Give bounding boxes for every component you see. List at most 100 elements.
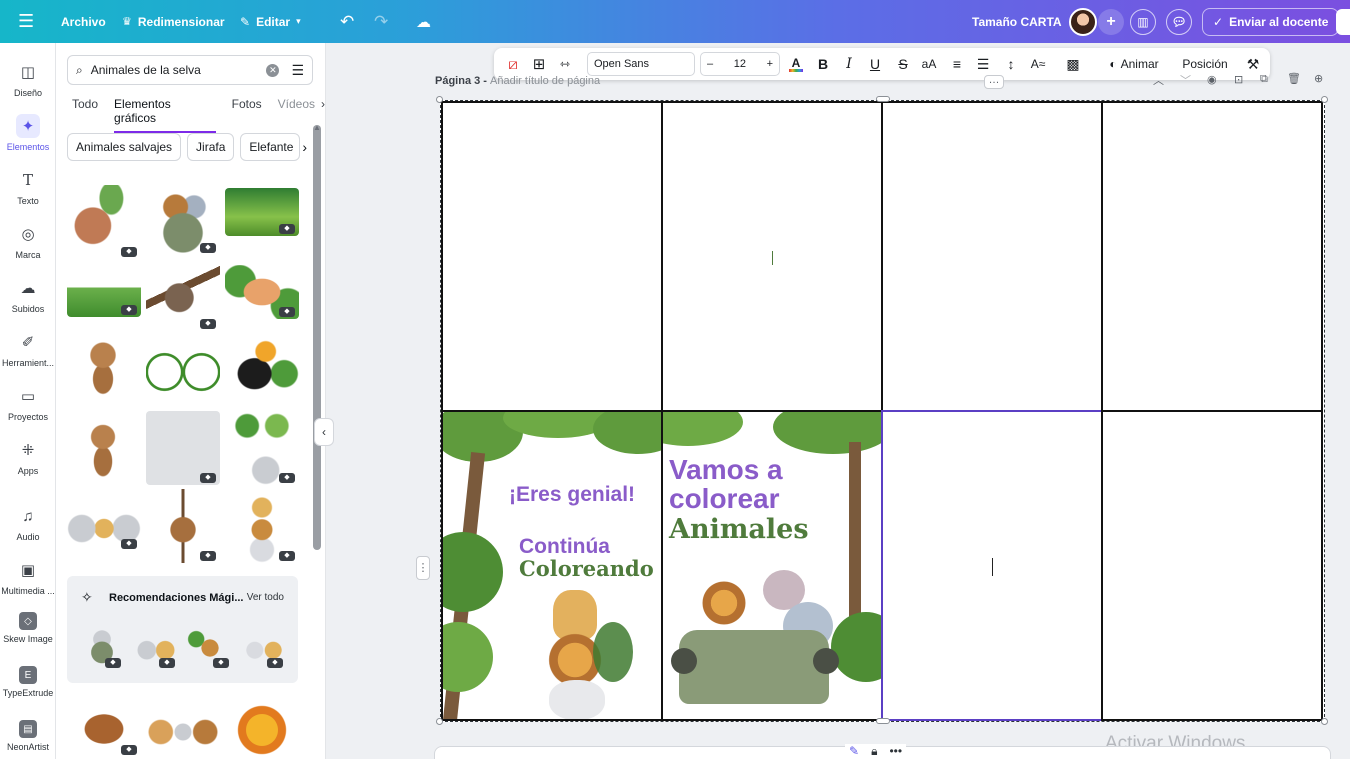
rail-item-text[interactable]: T Texto (0, 168, 56, 206)
see-all-link[interactable]: Ver todo (247, 592, 284, 603)
hide-page-icon[interactable]: ◉ (1207, 73, 1217, 86)
coloring-text[interactable]: Coloreando (519, 558, 654, 580)
collapse-panel-button[interactable]: ‹ (314, 418, 334, 446)
thumb-monkey-vine[interactable]: ◆ (67, 185, 141, 259)
thumb-jungle-bg[interactable]: ◆ (225, 188, 299, 236)
italic-button[interactable]: I (838, 48, 860, 80)
tab-graphics[interactable]: Elementos gráficos (114, 97, 216, 133)
resize-handle-top[interactable] (876, 96, 890, 102)
resize-handle-bottom[interactable] (876, 718, 890, 724)
continue-text[interactable]: Continúa (519, 536, 610, 558)
lock-icon[interactable]: 🔒︎ (871, 744, 877, 759)
rail-item-design[interactable]: ◫ Diseño (0, 60, 56, 98)
table-cell[interactable] (1101, 410, 1323, 721)
cover-line-1[interactable]: Vamos a (669, 455, 783, 485)
lock-page-icon[interactable]: ⊡ (1234, 73, 1243, 86)
chevron-right-icon[interactable]: › (302, 139, 307, 155)
thumb-animal-line[interactable] (146, 707, 220, 757)
transparency-button[interactable]: ▩ (1062, 48, 1084, 80)
insights-button[interactable]: ▥ (1130, 0, 1156, 43)
resize-button[interactable]: ♛ Redimensionar (122, 0, 225, 43)
font-size-stepper[interactable]: – 12 + (700, 52, 780, 76)
scroll-up-icon[interactable]: ▲ (313, 123, 321, 132)
reco-thumb-1[interactable]: ◆ (79, 626, 125, 670)
rail-item-skew[interactable]: ◇ Skew Image (0, 612, 56, 644)
text-color-button[interactable]: A (784, 48, 808, 80)
reco-thumb-3[interactable]: ◆ (187, 626, 233, 670)
thumb-monkey-rope[interactable] (72, 411, 134, 485)
thumb-leopard[interactable]: ◆ (67, 701, 141, 757)
share-button-partial[interactable] (1336, 0, 1350, 43)
chevron-right-icon[interactable]: › (321, 97, 325, 133)
side-handle[interactable]: ⋮ (416, 556, 430, 580)
resize-handle-corner[interactable] (1321, 96, 1328, 103)
page-title[interactable]: Página 3 - Añadir título de página (435, 75, 600, 87)
chip-giraffe[interactable]: Jirafa (187, 133, 235, 161)
rail-item-audio[interactable]: ♫ Audio (0, 504, 56, 543)
thumb-lion[interactable] (225, 693, 299, 759)
card-cover[interactable]: Vamos a colorear Animales (661, 410, 883, 721)
thumb-vines[interactable] (146, 335, 220, 409)
move-down-icon[interactable]: ﹀ (1180, 72, 1191, 88)
table-cell-selected[interactable] (881, 410, 1103, 721)
underline-button[interactable]: U (864, 48, 886, 80)
thumb-zebra-leaves[interactable]: ◆ (225, 411, 299, 485)
table-cell[interactable] (881, 101, 1103, 412)
font-size-value[interactable]: 12 (734, 58, 746, 70)
text-effects-button[interactable]: A≈ (1026, 48, 1050, 80)
thumb-animal-stack[interactable]: ◆ (225, 489, 299, 563)
share-add-button[interactable]: + (1098, 0, 1124, 43)
rail-item-uploads[interactable]: ☁ Subidos (0, 276, 56, 314)
rail-item-elements[interactable]: ✦ Elementos (0, 114, 56, 152)
rail-item-multimedia[interactable]: ▣ Multimedia ... (0, 558, 56, 596)
duplicate-page-icon[interactable]: ⧉ (1260, 73, 1268, 86)
resize-handle-corner[interactable] (436, 96, 443, 103)
clear-icon[interactable]: ✕ (266, 63, 280, 77)
table-cell[interactable] (1101, 101, 1323, 412)
rail-item-neonartist[interactable]: ▤ NeonArtist (0, 720, 56, 752)
magic-icon[interactable]: ✎ (849, 744, 859, 759)
user-avatar[interactable] (1069, 0, 1097, 43)
align-button[interactable]: ≡ (946, 48, 968, 80)
resize-handle-corner[interactable] (436, 718, 443, 725)
page-title-placeholder[interactable]: Añadir título de página (490, 75, 600, 87)
panel-scrollbar[interactable] (313, 125, 321, 550)
rail-item-brand[interactable]: ◎ Marca (0, 222, 56, 260)
spacing-button[interactable]: ↕ (1000, 48, 1022, 80)
thumb-wood-sign[interactable]: ◆ (225, 265, 299, 319)
strike-button[interactable]: S (892, 48, 914, 80)
reco-thumb-2[interactable]: ◆ (133, 626, 179, 670)
tab-photos[interactable]: Fotos (232, 97, 262, 133)
add-page-icon[interactable]: ⊕ (1314, 72, 1323, 85)
tab-all[interactable]: Todo (72, 97, 98, 133)
doc-size[interactable]: Tamaño CARTA (972, 0, 1062, 43)
rail-item-tools[interactable]: ✐ Herramient... (0, 330, 56, 368)
more-options-button[interactable]: … (984, 75, 1004, 89)
search-input[interactable]: ⌕ Animales de la selva ✕ ☰ (67, 55, 313, 85)
case-button[interactable]: aA (918, 48, 940, 80)
trash-icon[interactable]: 🗑︎ (1287, 72, 1301, 85)
thumb-placeholder[interactable]: ◆ (146, 411, 220, 485)
cover-line-2[interactable]: colorear (669, 484, 780, 514)
resize-handle-corner[interactable] (1321, 718, 1328, 725)
thumb-toucan[interactable] (225, 333, 299, 407)
chip-wild-animals[interactable]: Animales salvajes (67, 133, 182, 161)
file-menu[interactable]: Archivo (61, 0, 106, 43)
redo-button[interactable]: ↷ (374, 0, 388, 43)
table-cell[interactable] (441, 101, 663, 412)
thumb-animal-group[interactable]: ◆ (67, 501, 141, 551)
rail-item-typeextrude[interactable]: E TypeExtrude (0, 666, 56, 698)
menu-button[interactable]: ☰ (18, 0, 34, 43)
chip-elephant[interactable]: Elefante (240, 133, 301, 161)
congrats-headline[interactable]: ¡Eres genial! (509, 484, 635, 506)
rail-item-projects[interactable]: ▭ Proyectos (0, 384, 56, 422)
tab-videos[interactable]: Vídeos (278, 97, 315, 133)
ellipsis-icon[interactable]: ••• (889, 744, 902, 759)
design-page[interactable]: ¡Eres genial! Continúa Coloreando Vamos … (440, 100, 1325, 722)
move-up-icon[interactable]: ︿ (1153, 72, 1164, 88)
font-selector[interactable]: Open Sans (587, 52, 695, 76)
edit-menu[interactable]: ✎ Editar ▾ (240, 0, 301, 43)
thumb-jungle-border[interactable]: ◆ (67, 275, 141, 317)
reco-thumb-4[interactable]: ◆ (241, 626, 287, 670)
cloud-save-button[interactable]: ☁ (416, 0, 431, 43)
